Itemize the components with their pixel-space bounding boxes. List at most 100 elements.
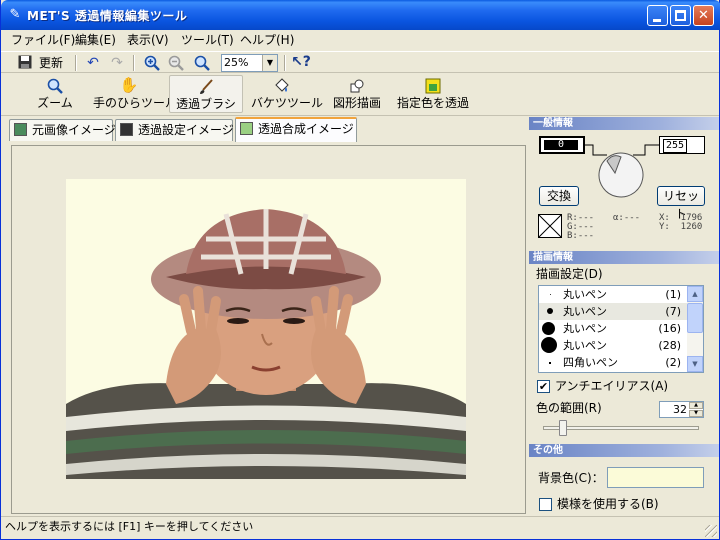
- tool-brush-label: 透過ブラシ: [176, 97, 236, 111]
- left-value: 0: [544, 140, 578, 150]
- list-item[interactable]: 丸いペン (1): [539, 286, 687, 303]
- menu-view[interactable]: 表示(V): [125, 32, 171, 48]
- canvas-area[interactable]: [11, 145, 526, 514]
- menu-tools[interactable]: ツール(T): [179, 32, 236, 48]
- tab-original-image[interactable]: 元画像イメージ: [9, 119, 116, 141]
- tab-label: 元画像イメージ: [32, 123, 116, 137]
- close-icon: ✕: [698, 8, 709, 23]
- magnifier-icon: [35, 75, 75, 95]
- tab-transparency-settings[interactable]: 透過設定イメージ: [115, 119, 234, 141]
- zoom-fit-icon[interactable]: [193, 55, 211, 71]
- list-item[interactable]: 丸いペン (16): [539, 320, 687, 337]
- toolbar-separator: [133, 55, 135, 71]
- toolbar-separator: [284, 55, 286, 71]
- status-bar: ヘルプを表示するには [F1] キーを押してください: [1, 516, 719, 539]
- general-info-header: 一般情報: [529, 117, 719, 130]
- image-icon: [14, 123, 27, 136]
- color-range-slider-thumb[interactable]: [559, 420, 567, 436]
- menu-file[interactable]: ファイル(F): [9, 32, 77, 48]
- swap-button[interactable]: 交換: [539, 186, 579, 206]
- image-tabs: 元画像イメージ 透過設定イメージ 透過合成イメージ: [1, 117, 525, 142]
- no-color-swatch-icon: [538, 214, 562, 238]
- tool-hand[interactable]: ✋ 手のひらツール: [93, 75, 178, 113]
- pen-size: (1): [665, 288, 681, 301]
- scroll-down-icon[interactable]: ▼: [687, 356, 703, 372]
- refresh-button[interactable]: 更新: [17, 53, 67, 73]
- app-window: ✎ MET'S 透過情報編集ツール ✕ ファイル(F) 編集(E) 表示(V) …: [0, 0, 720, 540]
- alpha-readout: α:---: [613, 213, 641, 223]
- close-button[interactable]: ✕: [693, 5, 714, 26]
- context-help-icon[interactable]: ↖?: [291, 54, 311, 70]
- chevron-down-icon[interactable]: ▼: [262, 55, 277, 71]
- reset-button[interactable]: リセット: [657, 186, 705, 221]
- tool-shape-label: 図形描画: [332, 96, 381, 110]
- antialias-checkbox[interactable]: ✔: [537, 380, 550, 393]
- spin-up-icon[interactable]: ▲: [689, 402, 703, 409]
- tool-bucket[interactable]: バケツツール: [251, 75, 324, 113]
- redo-icon[interactable]: ↷: [109, 55, 125, 71]
- list-item[interactable]: 丸いペン (7): [539, 303, 687, 320]
- tool-zoom[interactable]: ズーム: [35, 75, 75, 113]
- list-item[interactable]: 四角いペン (2): [539, 354, 687, 371]
- pen-dot-icon: [549, 362, 551, 364]
- menu-bar: ファイル(F) 編集(E) 表示(V) ツール(T) ヘルプ(H): [1, 30, 719, 50]
- scroll-thumb[interactable]: [687, 303, 703, 333]
- color-range-stepper[interactable]: 32 ▲ ▼: [659, 401, 704, 418]
- title-bar[interactable]: ✎ MET'S 透過情報編集ツール ✕: [1, 0, 720, 30]
- pen-name: 丸いペン: [563, 305, 607, 318]
- menu-help[interactable]: ヘルプ(H): [238, 32, 296, 48]
- color-picker-icon: [397, 75, 469, 95]
- bg-color-swatch[interactable]: [607, 467, 704, 488]
- pen-name: 丸いペン: [563, 339, 607, 352]
- tool-shape[interactable]: 図形描画: [331, 75, 383, 113]
- pen-size: (16): [658, 322, 681, 335]
- minimize-button[interactable]: [647, 5, 668, 26]
- tool-transparent-brush[interactable]: 透過ブラシ: [169, 75, 243, 113]
- pen-dot-icon: [547, 308, 553, 314]
- bucket-icon: [251, 75, 311, 95]
- scroll-up-icon[interactable]: ▲: [687, 286, 703, 302]
- pen-size: (2): [665, 356, 681, 369]
- coords-readout: X: 1796 Y: 1260: [659, 213, 703, 232]
- menu-edit[interactable]: 編集(E): [73, 32, 118, 48]
- app-icon: ✎: [9, 7, 21, 22]
- pattern-checkbox[interactable]: [539, 498, 552, 511]
- pen-list[interactable]: 丸いペン (1) 丸いペン (7) 丸いペン (16) 丸いペン (28) 四角…: [538, 285, 704, 373]
- maximize-button[interactable]: [670, 5, 691, 26]
- tool-bucket-label: バケツツール: [251, 96, 324, 110]
- tool-color-transparent[interactable]: 指定色を透過: [397, 75, 469, 113]
- pen-dot-icon: [541, 337, 557, 353]
- tool-zoom-label: ズーム: [37, 96, 73, 110]
- color-range-label: 色の範囲(R): [536, 401, 602, 415]
- maximize-icon: [675, 10, 686, 21]
- left-value-box[interactable]: 0: [539, 136, 585, 154]
- shape-icon: [331, 75, 383, 95]
- pen-list-scrollbar[interactable]: ▲ ▼: [687, 286, 703, 372]
- zoom-select[interactable]: 25% ▼: [221, 54, 278, 72]
- resize-grip[interactable]: [705, 525, 717, 537]
- pen-name: 丸いペン: [563, 322, 607, 335]
- undo-icon[interactable]: ↶: [85, 55, 101, 71]
- refresh-label: 更新: [39, 56, 64, 70]
- right-value-box[interactable]: 255: [659, 136, 705, 154]
- mouse-icon: [585, 144, 659, 198]
- pen-dot-icon: [542, 322, 555, 335]
- drawing-setting-label: 描画設定(D): [536, 267, 603, 281]
- window-title: MET'S 透過情報編集ツール: [27, 9, 188, 23]
- tab-label: 透過設定イメージ: [138, 123, 234, 137]
- tool-toolbar: ズーム ✋ 手のひらツール 透過ブラシ バケツツール 図形描画 指定色を透過: [1, 74, 719, 116]
- zoom-out-icon[interactable]: [167, 55, 185, 71]
- zoom-in-icon[interactable]: [143, 55, 161, 71]
- person-icon: [120, 123, 133, 136]
- list-item[interactable]: 丸いペン (28): [539, 337, 687, 354]
- spin-down-icon[interactable]: ▼: [689, 410, 703, 417]
- minimize-icon: [653, 19, 661, 22]
- tool-hand-label: 手のひらツール: [93, 96, 178, 110]
- save-disk-icon: [17, 55, 33, 71]
- tab-composite-image[interactable]: 透過合成イメージ: [235, 117, 357, 142]
- composite-image[interactable]: [66, 179, 466, 479]
- tab-label: 透過合成イメージ: [258, 122, 354, 136]
- status-text: ヘルプを表示するには [F1] キーを押してください: [5, 520, 254, 533]
- standard-toolbar: 更新 ↶ ↷ 25% ▼ ↖?: [1, 51, 719, 73]
- pattern-label: 模様を使用する(B): [557, 497, 659, 511]
